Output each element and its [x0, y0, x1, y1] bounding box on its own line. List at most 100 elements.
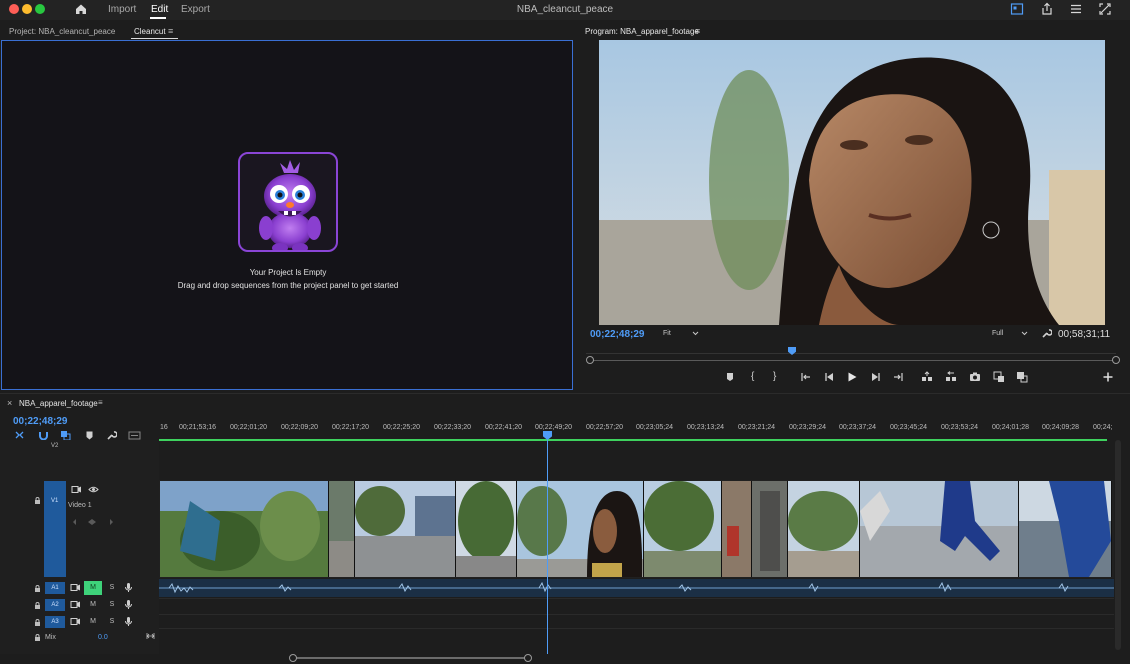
ruler-tick-label: 00;23;13;24 — [687, 424, 724, 431]
track-a1-lane[interactable] — [159, 579, 1114, 597]
lock-icon[interactable] — [34, 634, 41, 641]
insert-icon[interactable] — [993, 371, 1005, 383]
film-icon[interactable] — [71, 485, 82, 494]
timeline-vertical-scrollbar[interactable] — [1115, 440, 1121, 650]
timeline-close-icon[interactable]: × — [7, 398, 12, 408]
wrench-icon[interactable] — [1041, 328, 1052, 339]
step-back-icon[interactable] — [823, 371, 835, 383]
solo-a3-button[interactable]: S — [105, 616, 119, 628]
clip-thumbnail — [788, 481, 859, 577]
mark-in-button[interactable]: { — [751, 371, 763, 383]
video-clip[interactable] — [788, 481, 860, 577]
go-to-in-icon[interactable] — [800, 371, 812, 383]
lock-icon[interactable] — [34, 619, 41, 626]
tab-project[interactable]: Project: NBA_cleancut_peace — [9, 27, 115, 36]
lift-icon[interactable] — [921, 371, 933, 383]
track-a2-lane[interactable] — [159, 598, 1114, 613]
mute-a1-button[interactable]: M — [84, 581, 102, 595]
fullscreen-icon[interactable] — [1098, 2, 1112, 16]
track-v2-label[interactable]: V2 — [51, 443, 58, 449]
lock-icon[interactable] — [34, 497, 41, 504]
video-clip[interactable] — [644, 481, 722, 577]
film-icon[interactable] — [70, 600, 81, 609]
add-marker-icon[interactable] — [724, 371, 736, 383]
track-v1-target[interactable] — [44, 481, 66, 577]
timeline-sequence-tab[interactable]: NBA_apparel_footage — [19, 399, 98, 408]
video-clip[interactable] — [160, 481, 329, 577]
tab-program[interactable]: Program: NBA_apparel_footage — [585, 27, 699, 36]
track-a3-label[interactable]: A3 — [45, 616, 65, 628]
video-clip[interactable] — [329, 481, 355, 577]
ruler-tick-label: 00;24; — [1093, 424, 1113, 431]
share-icon[interactable] — [1040, 2, 1054, 16]
microphone-icon[interactable] — [124, 599, 133, 610]
step-forward-icon[interactable] — [870, 371, 882, 383]
solo-a1-button[interactable]: S — [105, 582, 119, 594]
camera-icon[interactable] — [969, 371, 981, 383]
program-panel-tabs: Program: NBA_apparel_footage ≡ — [582, 22, 1130, 40]
zoom-dropdown[interactable]: Fit — [663, 330, 671, 337]
solo-a2-button[interactable]: S — [105, 599, 119, 611]
add-button-icon[interactable] — [1102, 371, 1114, 383]
clip-thumbnail — [722, 481, 751, 577]
video-clip[interactable] — [456, 481, 517, 577]
hscroll-right-handle[interactable] — [524, 654, 532, 662]
program-menu-icon[interactable]: ≡ — [695, 26, 700, 36]
timeline-timecode[interactable]: 00;22;48;29 — [13, 416, 67, 427]
video-clip[interactable] — [1019, 481, 1112, 577]
mark-out-button[interactable]: } — [773, 371, 785, 383]
scrub-start-handle[interactable] — [586, 356, 594, 364]
tab-cleancut-underline — [131, 38, 178, 39]
panel-menu-icon[interactable]: ≡ — [168, 26, 173, 36]
resolution-dropdown[interactable]: Full — [992, 330, 1003, 337]
ruler-tick-label: 00;22;49;20 — [535, 424, 572, 431]
mute-a2-button[interactable]: M — [86, 599, 100, 611]
track-a3-lane[interactable] — [159, 614, 1114, 629]
program-video-frame[interactable] — [599, 40, 1105, 325]
program-current-timecode[interactable]: 00;22;48;29 — [590, 329, 644, 340]
video-clip[interactable] — [752, 481, 788, 577]
mascot-image — [238, 152, 338, 252]
play-icon[interactable] — [846, 371, 858, 383]
clip-thumbnail — [355, 481, 455, 577]
lock-icon[interactable] — [34, 602, 41, 609]
lock-icon[interactable] — [34, 585, 41, 592]
film-icon[interactable] — [70, 617, 81, 626]
keyframe-nav-icon[interactable] — [72, 518, 116, 526]
microphone-icon[interactable] — [124, 582, 133, 593]
mix-volume-value[interactable]: 0.0 — [98, 634, 108, 641]
program-mini-ruler — [586, 344, 1116, 354]
audio-waveform — [159, 581, 1114, 594]
ruler-tick-label: 00;22;33;20 — [434, 424, 471, 431]
eye-icon[interactable] — [88, 485, 99, 494]
timeline-menu-icon[interactable]: ≡ — [98, 398, 103, 407]
timeline-playhead-line[interactable] — [547, 432, 548, 654]
extract-icon[interactable] — [945, 371, 957, 383]
video-clip[interactable] — [860, 481, 1019, 577]
scrub-end-handle[interactable] — [1112, 356, 1120, 364]
video-clip[interactable] — [355, 481, 456, 577]
video-clip[interactable] — [517, 481, 644, 577]
menu-icon[interactable] — [1069, 2, 1083, 16]
film-icon[interactable] — [70, 583, 81, 592]
timeline-horizontal-scrollbar[interactable] — [293, 657, 529, 659]
video-clip[interactable] — [722, 481, 752, 577]
nav-edit-underline — [150, 17, 166, 19]
program-scrub-bar[interactable] — [590, 360, 1116, 361]
overwrite-icon[interactable] — [1016, 371, 1028, 383]
mute-a3-button[interactable]: M — [86, 616, 100, 628]
go-to-out-icon[interactable] — [892, 371, 904, 383]
cleancut-panel: Your Project Is Empty Drag and drop sequ… — [1, 40, 573, 390]
track-a1-label[interactable]: A1 — [45, 582, 65, 594]
mix-collapse-icon[interactable] — [146, 632, 155, 640]
ruler-tick-label: 00;22;57;20 — [586, 424, 623, 431]
clip-thumbnail — [456, 481, 516, 577]
workspace-panel-icon[interactable] — [1010, 2, 1024, 16]
microphone-icon[interactable] — [124, 616, 133, 627]
ruler-tick-label: 00;22;17;20 — [332, 424, 369, 431]
hscroll-left-handle[interactable] — [289, 654, 297, 662]
document-title: NBA_cleancut_peace — [516, 4, 614, 15]
purple-monster-icon — [259, 160, 321, 250]
track-a2-label[interactable]: A2 — [45, 599, 65, 611]
tab-cleancut[interactable]: Cleancut — [134, 27, 166, 36]
